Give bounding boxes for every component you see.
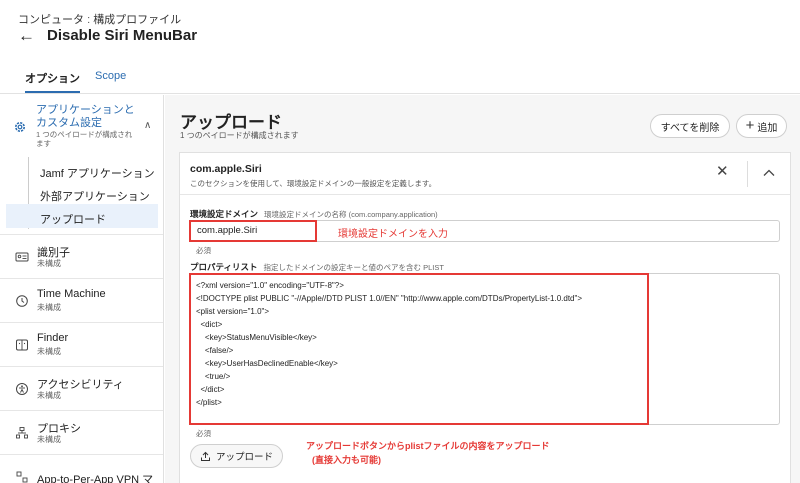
breadcrumb: コンピュータ : 構成プロファイル — [18, 11, 181, 27]
plist-line: </dict> — [196, 385, 225, 394]
add-button[interactable]: + 追加 — [736, 114, 787, 138]
sidebar-item-proxy[interactable]: プロキシ 未構成 — [0, 411, 163, 455]
upload-annotation: アップロードボタンからplistファイルの内容をアップロード — [306, 441, 550, 451]
domain-highlight-box — [189, 220, 317, 242]
payload-card: com.apple.Siri このセクションを使用して、環境設定ドメインの一般設… — [179, 152, 791, 483]
proxy-icon — [16, 427, 28, 439]
add-button-label: 追加 — [757, 122, 778, 134]
sidebar-item-label: Finder — [37, 332, 69, 344]
tab-scope[interactable]: Scope — [95, 70, 126, 82]
sidebar-item-status: 未構成 — [37, 435, 61, 444]
sidebar-item-status: 未構成 — [37, 303, 61, 312]
sidebar-item-finder[interactable]: Finder 未構成 — [0, 323, 163, 367]
tab-options[interactable]: オプション — [25, 70, 80, 93]
payload-title: com.apple.Siri — [190, 163, 262, 175]
plist-line: <plist version="1.0"> — [196, 307, 270, 316]
sidebar-group-title: アプリケーションとカスタム設定 — [36, 104, 135, 129]
domain-field-label: 環境設定ドメイン 環境設定ドメインの名称 (com.company.applica… — [190, 208, 438, 220]
payload-card-header: com.apple.Siri このセクションを使用して、環境設定ドメインの一般設… — [180, 153, 790, 195]
top-bar: コンピュータ : 構成プロファイル ← Disable Siri MenuBar — [0, 0, 800, 56]
sidebar-item-time-machine[interactable]: Time Machine 未構成 — [0, 279, 163, 323]
upload-button[interactable]: アップロード — [190, 444, 283, 468]
sidebar-item-status: 未構成 — [37, 391, 61, 400]
sidebar-item-status: 未構成 — [37, 347, 61, 356]
domain-hint: 環境設定ドメインの名称 (com.company.application) — [264, 210, 438, 219]
upload-annotation-note: (直接入力も可能) — [312, 455, 381, 465]
close-icon[interactable]: ✕ — [716, 164, 729, 179]
back-arrow-icon[interactable]: ← — [18, 27, 35, 44]
page-title: Disable Siri MenuBar — [47, 27, 198, 44]
sidebar-group-subtitle: 1 つのペイロードが構成されます — [36, 130, 133, 148]
plist-line: <key>StatusMenuVisible</key> — [196, 333, 317, 342]
plist-line: </plist> — [196, 398, 222, 407]
sidebar-group-app-custom-settings[interactable]: アプリケーションとカスタム設定 1 つのペイロードが構成されます ∧ Jamf … — [0, 95, 163, 235]
sidebar-item-identifier[interactable]: 識別子 未構成 — [0, 235, 163, 279]
delete-all-button[interactable]: すべてを削除 — [650, 114, 730, 138]
plist-required-note: 必須 — [196, 429, 211, 438]
plist-line: <?xml version="1.0" encoding="UTF-8"?> — [196, 281, 344, 290]
chevron-up-icon[interactable]: ∧ — [144, 120, 151, 131]
id-card-icon — [15, 252, 29, 262]
time-machine-icon — [16, 295, 28, 307]
sidebar-subitem-jamf-apps[interactable]: Jamf アプリケーション — [40, 165, 155, 181]
sidebar-item-label: App-to-Per-App VPN マッピング — [37, 474, 154, 483]
plist-line: <key>UserHasDeclinedEnable</key> — [196, 359, 338, 368]
payload-sidebar: アプリケーションとカスタム設定 1 つのペイロードが構成されます ∧ Jamf … — [0, 95, 164, 483]
plist-line: <!DOCTYPE plist PUBLIC "-//Apple//DTD PL… — [196, 294, 583, 303]
breadcrumb-separator: : — [87, 14, 91, 26]
breadcrumb-root[interactable]: コンピュータ — [18, 14, 84, 26]
plist-field-label: プロパティリスト 指定したドメインの設定キーと値のペアを含む PLIST — [190, 261, 444, 273]
sidebar-item-accessibility[interactable]: アクセシビリティ 未構成 — [0, 367, 163, 411]
sidebar-subitem-upload[interactable]: アップロード — [40, 211, 106, 227]
breadcrumb-current[interactable]: 構成プロファイル — [93, 14, 181, 26]
plus-icon: + — [745, 117, 755, 134]
tab-bar: オプション Scope — [0, 56, 800, 94]
header-divider — [747, 161, 748, 187]
sidebar-item-status: 未構成 — [37, 259, 61, 268]
domain-required-note: 必須 — [196, 246, 211, 255]
plist-line: <false/> — [196, 346, 234, 355]
chevron-up-icon[interactable] — [762, 166, 776, 180]
sidebar-item-label: Time Machine — [37, 288, 106, 300]
domain-label-text: 環境設定ドメイン — [190, 209, 259, 219]
payload-description: このセクションを使用して、環境設定ドメインの一般設定を定義します。 — [190, 179, 437, 188]
sidebar-subitem-external-apps[interactable]: 外部アプリケーション — [40, 188, 150, 204]
plist-line: <dict> — [196, 320, 223, 329]
plist-hint: 指定したドメインの設定キーと値のペアを含む PLIST — [263, 263, 444, 272]
domain-annotation: 環境設定ドメインを入力 — [338, 229, 448, 240]
vpn-icon — [16, 471, 28, 483]
main-content: アップロード 1 つのペイロードが構成されます すべてを削除 + 追加 com.… — [165, 95, 800, 483]
upload-button-label: アップロード — [215, 452, 273, 463]
plist-label-text: プロパティリスト — [190, 262, 258, 272]
finder-icon — [16, 339, 28, 351]
plist-line: <true/> — [196, 372, 231, 381]
accessibility-icon — [16, 383, 28, 395]
section-subtitle: 1 つのペイロードが構成されます — [180, 131, 299, 140]
sidebar-item-app-vpn[interactable]: App-to-Per-App VPN マッピング — [0, 455, 163, 483]
upload-icon — [200, 451, 210, 461]
gear-icon — [15, 122, 25, 132]
